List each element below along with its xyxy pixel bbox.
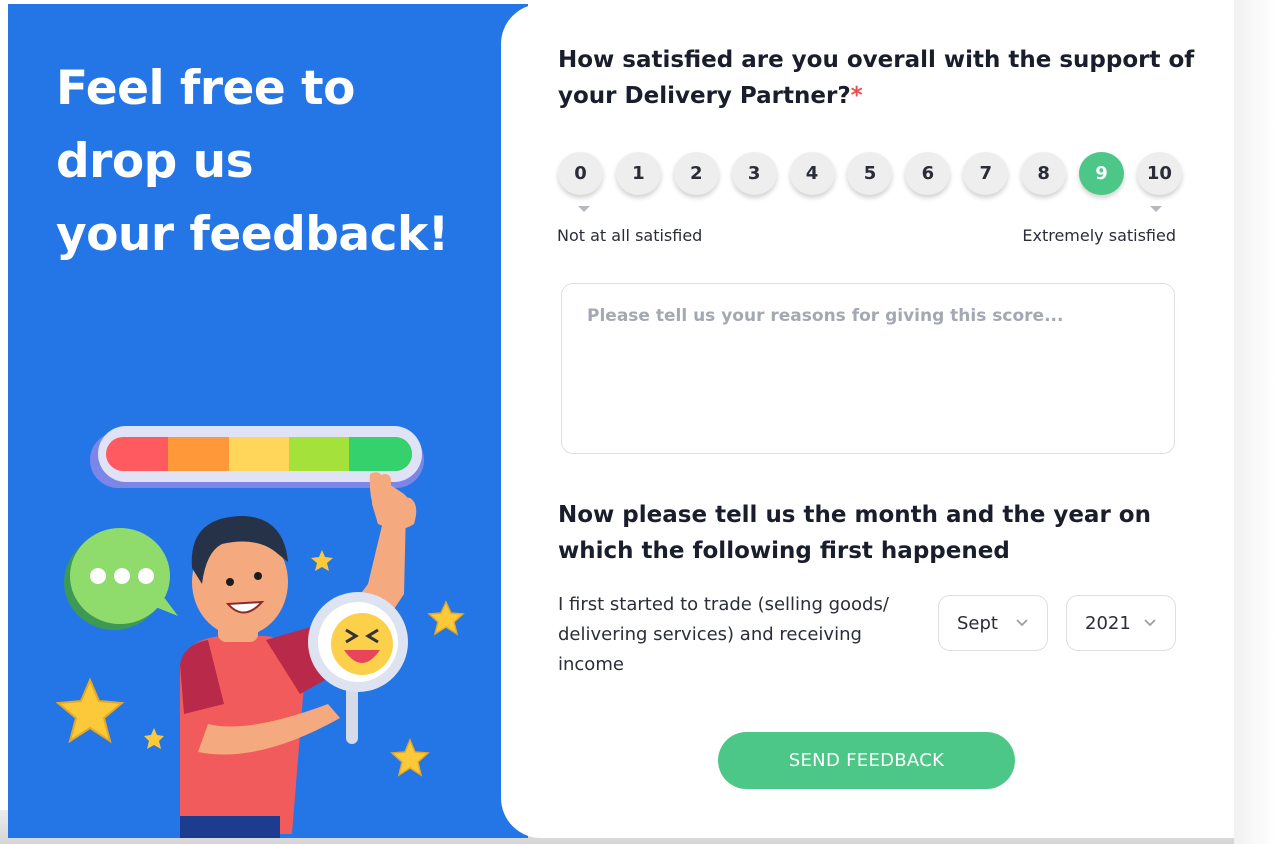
speech-bubble-icon: [64, 528, 178, 630]
score-button-4[interactable]: 4: [789, 152, 835, 195]
score-button-6[interactable]: 6: [905, 152, 951, 195]
feedback-illustration: [55, 426, 465, 838]
date-question: Now please tell us the month and the yea…: [558, 502, 1151, 564]
reasons-textarea[interactable]: [561, 283, 1175, 454]
year-select[interactable]: 2021: [1066, 595, 1176, 651]
scale-low-label: Not at all satisfied: [557, 226, 703, 245]
year-value: 2021: [1085, 612, 1131, 634]
satisfaction-question: How satisfied are you overall with the s…: [558, 42, 1198, 114]
scale-high-label: Extremely satisfied: [1022, 226, 1176, 245]
trade-start-description: I first started to trade (selling goods/…: [558, 594, 889, 675]
send-feedback-button[interactable]: SEND FEEDBACK: [718, 732, 1015, 789]
chevron-down-icon: [1016, 619, 1028, 627]
satisfaction-question-text: How satisfied are you overall with the s…: [558, 47, 1195, 109]
month-value: Sept: [957, 612, 998, 634]
score-button-10[interactable]: 10: [1136, 152, 1182, 195]
score-button-2[interactable]: 2: [673, 152, 719, 195]
score-button-5[interactable]: 5: [847, 152, 893, 195]
left-panel: Feel free to drop us your feedback!: [8, 4, 528, 838]
score-button-9[interactable]: 9: [1079, 152, 1125, 195]
month-select[interactable]: Sept: [938, 595, 1048, 651]
chevron-down-icon: [1144, 619, 1156, 627]
window-edge: [1234, 0, 1275, 844]
required-mark: *: [850, 83, 863, 109]
score-button-7[interactable]: 7: [963, 152, 1009, 195]
satisfaction-scale: 0 1 2 3 4 5 6 7 8 9 10: [558, 152, 1182, 198]
score-button-3[interactable]: 3: [731, 152, 777, 195]
score-button-1[interactable]: 1: [615, 152, 661, 195]
high-end-caret-icon: [1150, 206, 1162, 212]
low-end-caret-icon: [578, 206, 590, 212]
score-button-0[interactable]: 0: [558, 152, 603, 195]
score-button-8[interactable]: 8: [1021, 152, 1067, 195]
